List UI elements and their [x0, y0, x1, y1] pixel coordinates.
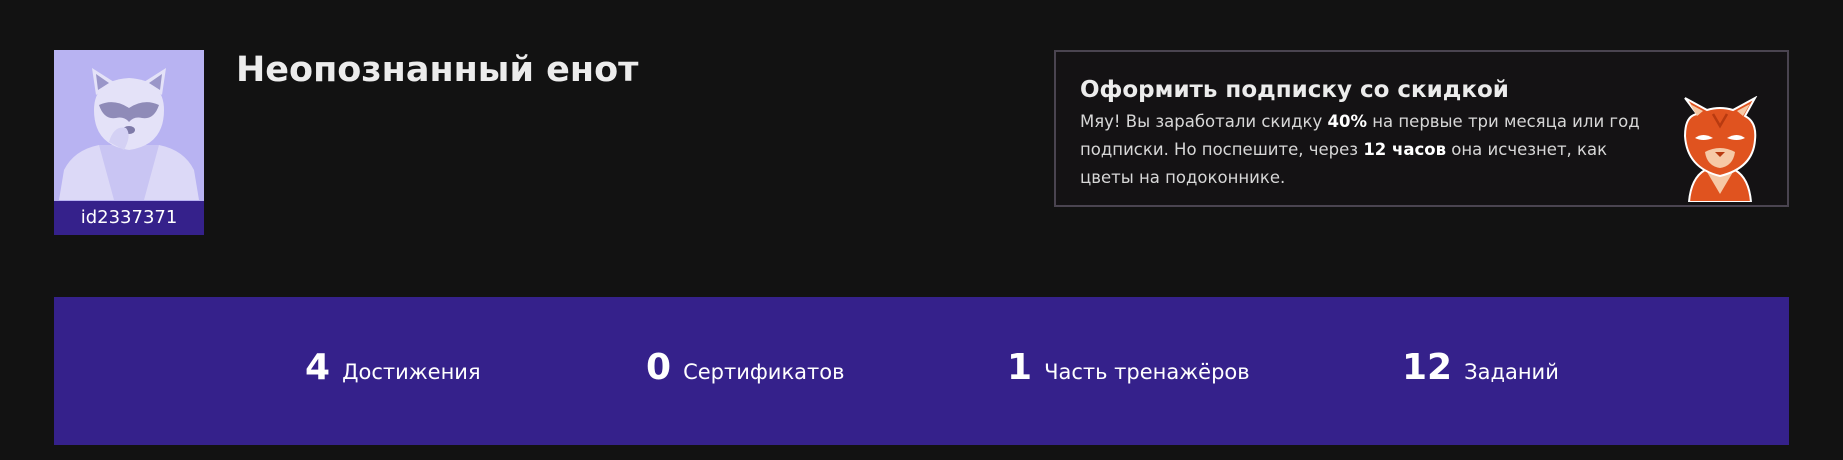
stat-label: Достижения: [342, 360, 481, 384]
stat-label: Часть тренажёров: [1044, 360, 1250, 384]
promo-text-part: Мяу! Вы заработали скидку: [1080, 112, 1328, 131]
stat-value: 12: [1402, 347, 1453, 388]
cat-mascot-icon: [1683, 96, 1758, 202]
stat-label: Сертификатов: [683, 360, 845, 384]
promo-discount: 40%: [1327, 112, 1368, 131]
stat-label: Заданий: [1464, 360, 1559, 384]
promo-time: 12 часов: [1363, 140, 1447, 159]
stat-tasks[interactable]: 12 Заданий: [1402, 347, 1559, 388]
user-id-label: id2337371: [54, 201, 204, 235]
raccoon-avatar-icon: [54, 50, 204, 200]
stat-value: 0: [646, 347, 672, 388]
promo-text: Мяу! Вы заработали скидку 40% на первые …: [1080, 108, 1645, 192]
avatar[interactable]: id2337371: [54, 50, 204, 235]
stat-certificates[interactable]: 0 Сертификатов: [646, 347, 844, 388]
stat-value: 1: [1007, 347, 1033, 388]
subscription-promo-card[interactable]: Оформить подписку со скидкой Мяу! Вы зар…: [1054, 50, 1789, 207]
profile-page: id2337371 Неопознанный енот Оформить под…: [0, 0, 1843, 460]
promo-title[interactable]: Оформить подписку со скидкой: [1080, 77, 1509, 103]
stat-trainers[interactable]: 1 Часть тренажёров: [1007, 347, 1250, 388]
stat-achievements[interactable]: 4 Достижения: [305, 347, 481, 388]
stat-value: 4: [305, 347, 331, 388]
stats-bar: 4 Достижения 0 Сертификатов 1 Часть трен…: [54, 297, 1789, 445]
username: Неопознанный енот: [236, 50, 639, 90]
